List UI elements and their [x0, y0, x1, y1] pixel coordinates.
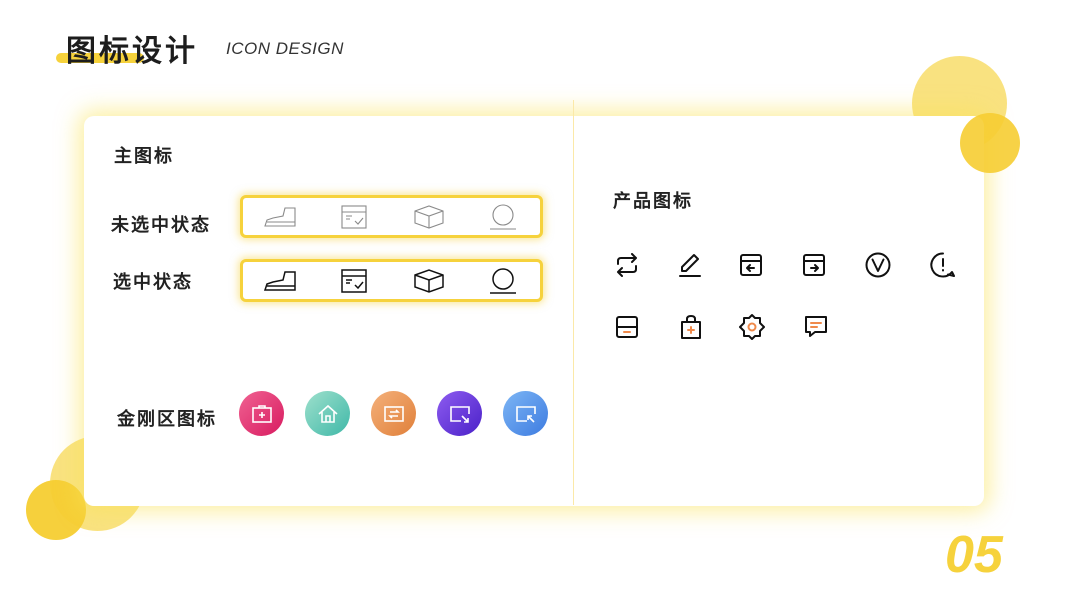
kingkong-icons-label: 金刚区图标: [117, 409, 217, 430]
product-icons-label: 产品图标: [613, 191, 693, 212]
alert-bubble-icon[interactable]: [928, 250, 958, 280]
delivery-box-icon[interactable]: [336, 202, 372, 232]
exchange-icon[interactable]: [371, 391, 416, 436]
shoe-icon[interactable]: [262, 202, 298, 232]
screen-return-icon[interactable]: [503, 391, 548, 436]
selected-state-label: 选中状态: [113, 272, 193, 293]
page-subtitle: ICON DESIGN: [226, 39, 344, 58]
delivery-box-icon[interactable]: [336, 266, 372, 296]
page-title: 图标设计: [66, 34, 198, 69]
decor-circle: [960, 113, 1020, 173]
package-icon[interactable]: [411, 266, 447, 296]
box-in-icon[interactable]: [736, 250, 766, 280]
shopping-bag-icon[interactable]: [676, 312, 706, 342]
panel-divider: [573, 100, 574, 505]
content-panel: [84, 116, 984, 506]
edit-icon[interactable]: [675, 250, 705, 280]
medical-kit-icon[interactable]: [239, 391, 284, 436]
decor-circle: [26, 480, 86, 540]
user-profile-icon[interactable]: [485, 266, 521, 296]
archive-icon[interactable]: [612, 312, 642, 342]
shoe-icon[interactable]: [262, 266, 298, 296]
settings-icon[interactable]: [737, 312, 767, 342]
box-out-icon[interactable]: [799, 250, 829, 280]
home-icon[interactable]: [305, 391, 350, 436]
page-number: 05: [945, 526, 1003, 584]
user-profile-icon[interactable]: [485, 202, 521, 232]
selected-icons-row: [240, 259, 543, 302]
verify-icon[interactable]: [863, 250, 893, 280]
screen-share-icon[interactable]: [437, 391, 482, 436]
unselected-state-label: 未选中状态: [111, 215, 211, 236]
package-icon[interactable]: [411, 202, 447, 232]
repeat-icon[interactable]: [612, 250, 642, 280]
message-icon[interactable]: [801, 312, 831, 342]
unselected-icons-row: [240, 195, 543, 238]
main-icons-label: 主图标: [114, 146, 174, 167]
